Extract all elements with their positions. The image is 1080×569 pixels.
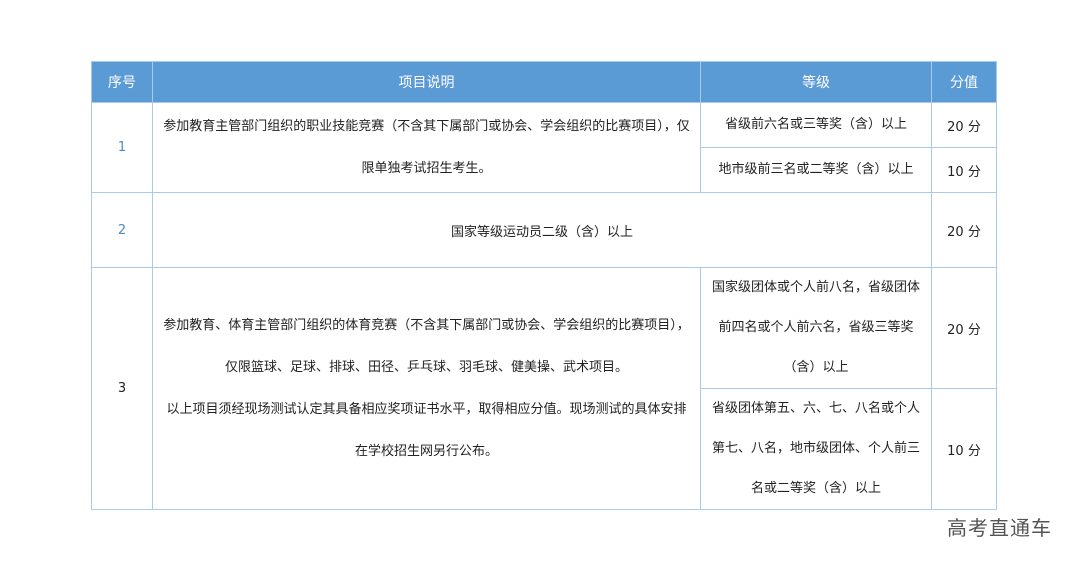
row-1-score-1: 20 分 [931, 102, 997, 148]
page: 序号 项目说明 等级 分值 1 参加教育主管部门组织的职业技能竞赛（不含其下属部… [0, 0, 1080, 569]
row-3-desc-para-1: 参加教育、体育主管部门组织的体育竞赛（不含其下属部门或协会、学会组织的比赛项目）… [163, 317, 690, 375]
row-3-desc-para-2: 以上项目须经现场测试认定其具备相应奖项证书水平，取得相应分值。现场测试的具体安排… [166, 401, 687, 459]
table-header-row: 序号 项目说明 等级 分值 [91, 61, 997, 103]
row-1-grade-2: 地市级前三名或二等奖（含）以上 [700, 147, 932, 193]
row-3-score-1: 20 分 [931, 267, 997, 389]
row-2-no: 2 [91, 192, 153, 268]
table-row: 2 国家等级运动员二级（含）以上 20 分 [91, 192, 997, 268]
table-row: 1 参加教育主管部门组织的职业技能竞赛（不含其下属部门或协会、学会组织的比赛项目… [91, 102, 997, 193]
header-desc: 项目说明 [152, 61, 701, 103]
header-grade: 等级 [700, 61, 932, 103]
row-1-grade-1: 省级前六名或三等奖（含）以上 [700, 102, 932, 148]
row-3-grade-2: 省级团体第五、六、七、八名或个人第七、八名，地市级团体、个人前三名或二等奖（含）… [700, 388, 932, 510]
score-table: 序号 项目说明 等级 分值 1 参加教育主管部门组织的职业技能竞赛（不含其下属部… [91, 61, 997, 510]
row-3-no: 3 [91, 267, 153, 510]
header-no: 序号 [91, 61, 153, 103]
row-3-grade-1: 国家级团体或个人前八名，省级团体前四名或个人前六名，省级三等奖（含）以上 [700, 267, 932, 389]
row-1-desc: 参加教育主管部门组织的职业技能竞赛（不含其下属部门或协会、学会组织的比赛项目），… [152, 102, 701, 193]
table-row: 3 参加教育、体育主管部门组织的体育竞赛（不含其下属部门或协会、学会组织的比赛项… [91, 267, 997, 510]
row-2-desc: 国家等级运动员二级（含）以上 [152, 192, 932, 268]
row-2-score: 20 分 [931, 192, 997, 268]
row-3-desc: 参加教育、体育主管部门组织的体育竞赛（不含其下属部门或协会、学会组织的比赛项目）… [152, 267, 701, 510]
header-score: 分值 [931, 61, 997, 103]
row-1-score-2: 10 分 [931, 147, 997, 193]
watermark: 高考直通车 [947, 516, 1052, 540]
row-3-score-2: 10 分 [931, 388, 997, 510]
row-1-no: 1 [91, 102, 153, 193]
